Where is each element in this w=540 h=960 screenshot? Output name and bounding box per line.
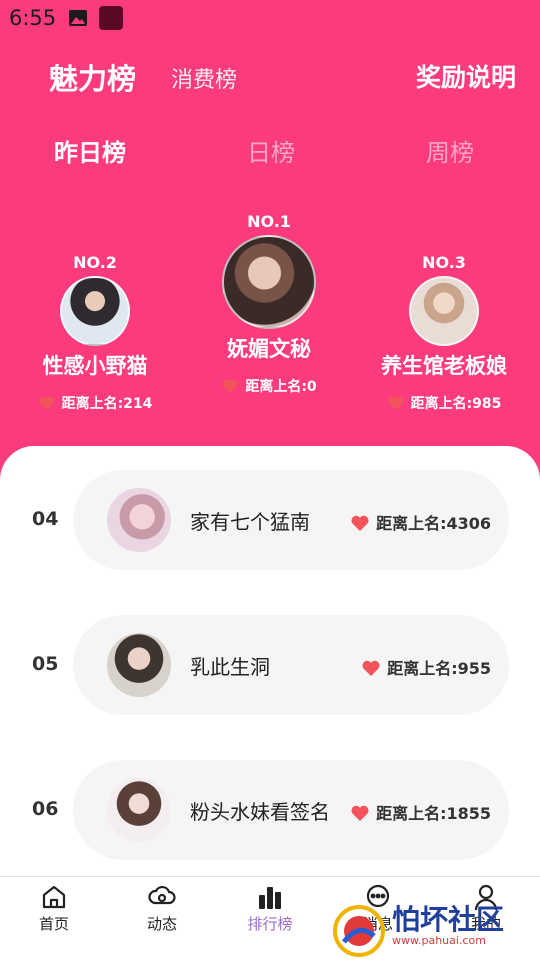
user-distance: 距离上名:4306 [350,510,491,534]
site-watermark: 怕坏社区 www.pahuai.com [330,898,540,960]
podium-rank: NO.3 [422,253,466,272]
podium-name: 性感小野猫 [42,354,148,378]
user-distance: 距离上名:955 [361,655,491,679]
podium-distance: 距离上名:214 [10,393,180,413]
gallery-icon [69,10,87,26]
nav-home[interactable]: 首页 [0,877,108,960]
podium-name: 养生馆老板娘 [381,354,507,378]
distance-text: 距离上名:955 [387,659,491,678]
list-item[interactable]: 05 乳此生洞 距离上名:955 [0,615,540,715]
rank-number: 04 [32,508,59,530]
nav-label: 首页 [38,915,69,933]
watermark-logo-icon [333,905,385,957]
podium-second[interactable]: NO.2 性感小野猫 距离上名:214 [10,253,180,413]
podium-name: 妩媚文秘 [227,337,311,361]
tab-charm-board[interactable]: 魅力榜 [49,56,136,98]
avatar [107,488,171,552]
heart-icon [362,660,380,676]
list-item[interactable]: 04 家有七个猛南 距离上名:4306 [0,470,540,570]
status-bar: 6:55 [0,0,540,36]
podium-rank: NO.1 [247,212,291,231]
heart-icon [222,379,238,394]
distance-text: 距离上名:214 [61,396,153,412]
tab-weekly[interactable]: 周榜 [426,133,474,168]
podium-third[interactable]: NO.3 养生馆老板娘 距离上名:985 [359,253,529,413]
list-item[interactable]: 06 粉头水妹看签名 距离上名:1855 [0,760,540,860]
distance-text: 距离上名:1855 [376,804,491,823]
podium-first[interactable]: NO.1 妩媚文秘 距离上名:0 [184,212,354,396]
reward-info-link[interactable]: 奖励说明 [416,58,516,94]
rank-number: 05 [32,653,59,675]
watermark-url: www.pahuai.com [392,934,486,947]
distance-text: 距离上名:985 [410,396,502,412]
avatar [107,633,171,697]
ranking-header: 6:55 魅力榜 消费榜 奖励说明 昨日榜 日榜 周榜 NO.1 妩媚文秘 距离… [0,0,540,480]
heart-icon [39,396,55,411]
tab-yesterday[interactable]: 昨日榜 [54,133,126,168]
home-icon [42,885,66,909]
distance-text: 距离上名:0 [245,379,317,395]
tab-spending-board[interactable]: 消费榜 [171,62,237,94]
nav-label: 动态 [146,915,177,933]
ranking-icon [259,887,281,909]
avatar [60,276,130,346]
avatar [107,778,171,842]
list-item-card: 乳此生洞 距离上名:955 [73,615,509,715]
podium-rank: NO.2 [73,253,117,272]
heart-icon [351,515,369,531]
moments-icon [148,885,176,905]
nav-moments[interactable]: 动态 [108,877,216,960]
user-name: 粉头水妹看签名 [190,800,330,824]
avatar [222,235,316,329]
nav-label: 排行榜 [247,915,293,933]
list-item-card: 家有七个猛南 距离上名:4306 [73,470,509,570]
ranking-list: 04 家有七个猛南 距离上名:4306 05 乳此生洞 距离上名:955 06 … [0,446,540,876]
podium-distance: 距离上名:0 [184,376,354,396]
heart-icon [388,396,404,411]
list-item-card: 粉头水妹看签名 距离上名:1855 [73,760,509,860]
heart-icon [351,805,369,821]
user-name: 家有七个猛南 [190,510,310,534]
distance-text: 距离上名:4306 [376,514,491,533]
avatar [409,276,479,346]
tab-daily[interactable]: 日榜 [247,133,295,168]
app-notification-icon [99,6,123,30]
watermark-text: 怕坏社区 [392,903,505,936]
user-name: 乳此生洞 [190,655,270,679]
podium-distance: 距离上名:985 [359,393,529,413]
nav-ranking[interactable]: 排行榜 [216,877,324,960]
rank-number: 06 [32,798,59,820]
status-time: 6:55 [9,6,57,30]
user-distance: 距离上名:1855 [350,800,491,824]
